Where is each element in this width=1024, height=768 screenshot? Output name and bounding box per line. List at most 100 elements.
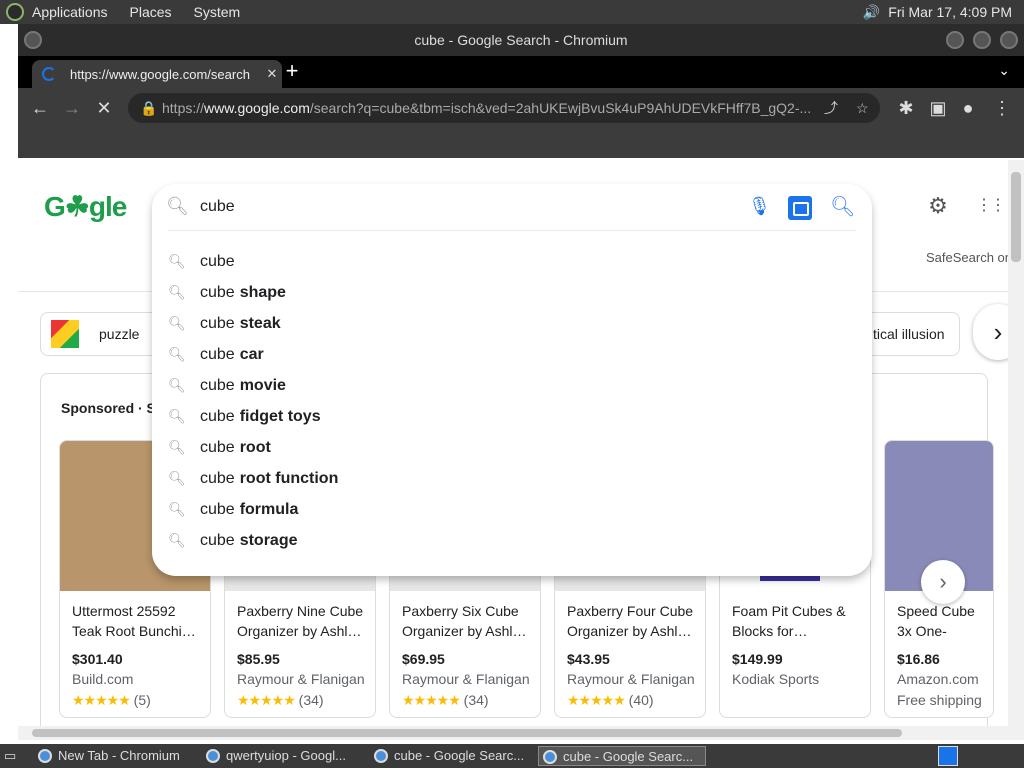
suggestion-item[interactable]: 🔍︎ cube storage [152,525,872,556]
share-icon[interactable]: ⤴ [824,93,838,123]
suggestion-text: cube [200,252,235,270]
product-name[interactable]: Foam Pit Cubes & Blocks for… [732,601,864,641]
suggestion-item[interactable]: 🔍︎ cube root function [152,463,872,494]
product-seller: Raymour & Flanigan [402,671,530,687]
search-icon: 🔍︎ [168,532,186,548]
suggestion-item[interactable]: 🔍︎ cube formula [152,494,872,525]
product-name[interactable]: Paxberry Four Cube Organizer by Ashl… [567,601,699,641]
microphone-icon[interactable]: 🎙 [748,196,771,220]
suggestion-completion: car [239,345,264,363]
product-rating: ★★★★★ (34) [402,692,489,709]
search-icon: 🔍︎ [168,284,186,300]
browser-menu-icon[interactable]: ⋮ [990,96,1014,120]
address-bar[interactable]: 🔒 https://www.google.com/search?q=cube&t… [128,93,880,123]
tab-title: https://www.google.com/search [70,66,250,82]
suggestion-item[interactable]: 🔍︎ cube car [152,339,872,370]
scrollbar-thumb[interactable] [1011,172,1021,262]
suggestion-item[interactable]: 🔍︎ cube root [152,432,872,463]
suggestion-item[interactable]: 🔍︎ cube [152,246,872,277]
product-rating: ★★★★★ (5) [72,692,151,709]
places-menu[interactable]: Places [130,4,172,20]
side-panel-icon[interactable]: ▣ [926,96,950,120]
suggestion-text: cube [200,531,235,549]
url-scheme: https:// [162,100,205,116]
suggestion-text: cube [200,376,235,394]
tab-search-chevron-icon[interactable]: ⌄ [998,62,1010,79]
close-tab-icon[interactable]: ✕ [262,66,282,82]
taskbar-item[interactable]: qwertyuiop - Googl... [202,746,368,766]
tab-google-search[interactable]: https://www.google.com/search ✕ [32,60,282,88]
review-count: (34) [298,692,324,708]
suggestion-item[interactable]: 🔍︎ cube movie [152,370,872,401]
product-name[interactable]: Speed Cube 3x One-Dollar… [897,601,993,641]
suggestion-item[interactable]: 🔍︎ cube steak [152,308,872,339]
suggestion-list: 🔍︎ cube 🔍︎ cube shape 🔍︎ cube steak 🔍︎ cube car… [152,246,872,556]
browser-toolbar: ← → ✕ 🔒 https://www.google.com/search?q=… [18,88,1024,128]
minimize-button[interactable] [946,31,964,49]
url-host: www.google.com [204,100,310,116]
chromium-icon [543,750,557,764]
chromium-icon [38,749,52,763]
loading-spinner-icon [42,67,56,81]
product-name[interactable]: Paxberry Nine Cube Organizer by Ashl… [237,601,369,641]
applications-menu[interactable]: Applications [32,4,108,20]
page-content: G☘gle ⚙ ⋮⋮⋮ SafeSearch on puzzle tical i… [18,128,1024,740]
window-title: cube - Google Search - Chromium [414,32,628,48]
star-rating-icon: ★★★★★ [72,692,131,708]
review-count: (34) [463,692,489,708]
bottom-taskbar: ▭ New Tab - Chromium qwertyuiop - Googl.… [0,744,1024,768]
taskbar-item-label: New Tab - Chromium [58,748,180,763]
forward-arrow-icon[interactable]: → [60,96,84,120]
suggestion-completion: root [239,438,271,456]
chip-puzzle[interactable]: puzzle [40,312,160,356]
product-name[interactable]: Paxberry Six Cube Organizer by Ashl… [402,601,534,641]
scrollbar-thumb[interactable] [32,729,902,737]
show-desktop-icon[interactable]: ▭ [4,746,26,766]
suggestion-item[interactable]: 🔍︎ cube shape [152,277,872,308]
taskbar-item[interactable]: New Tab - Chromium [34,746,202,766]
maximize-button[interactable] [973,31,991,49]
search-submit-icon[interactable]: 🔍︎ [830,194,855,218]
taskbar-item[interactable]: cube - Google Searc... [370,746,536,766]
google-doodle-logo[interactable]: G☘gle [44,190,127,223]
product-shipping: Free shipping [897,692,982,708]
chip-optical-illusion[interactable]: tical illusion [860,312,960,356]
back-arrow-icon[interactable]: ← [28,96,52,120]
taskbar-item-label: qwertyuiop - Googl... [226,748,346,763]
suggestion-completion: formula [239,500,299,518]
workspace-switcher[interactable] [938,746,958,766]
product-rating: ★★★★★ (40) [567,692,654,709]
settings-gear-icon[interactable]: ⚙ [926,194,950,218]
profile-avatar-icon[interactable]: ● [956,96,980,120]
search-box-dropdown: 🔍︎ 🎙 🔍︎ 🔍︎cube 🔍︎cubeshape 🔍︎cubesteak 🔍… [152,184,872,576]
bookmark-star-icon[interactable]: ☆ [856,93,869,123]
clock[interactable]: Fri Mar 17, 4:09 PM [888,4,1012,20]
extensions-puzzle-icon[interactable]: ✱ [894,96,918,120]
url-path: /search?q=cube&tbm=isch&ved=2ahUKEwjBvuS… [309,100,812,116]
window-menu-button[interactable] [24,31,42,49]
stop-loading-icon[interactable]: ✕ [92,96,116,120]
suggestion-item[interactable]: 🔍︎ cube fidget toys [152,401,872,432]
tab-strip: https://www.google.com/search ✕ + ⌄ [18,56,1024,88]
search-icon: 🔍︎ [168,377,186,393]
lock-icon[interactable]: 🔒 [140,93,157,123]
close-window-button[interactable] [1000,31,1018,49]
system-menu[interactable]: System [194,4,241,20]
horizontal-scrollbar[interactable] [18,726,1008,740]
new-tab-button[interactable]: + [280,60,304,84]
gnome-foot-icon[interactable] [6,3,24,21]
search-by-image-icon[interactable] [788,196,812,220]
taskbar-item-active[interactable]: cube - Google Searc... [538,746,706,766]
search-icon: 🔍︎ [168,501,186,517]
safesearch-label[interactable]: SafeSearch on [926,250,1012,265]
google-apps-grid-icon[interactable]: ⋮⋮⋮ [976,194,1020,218]
suggestion-completion: storage [239,531,298,549]
bookmark-bar [18,128,1024,158]
vertical-scrollbar[interactable] [1008,160,1024,740]
volume-icon[interactable]: 🔊 [863,4,880,21]
star-rating-icon: ★★★★★ [237,692,296,708]
search-input[interactable] [200,192,720,222]
product-name[interactable]: Uttermost 25592 Teak Root Bunchi… [72,601,204,641]
product-price: $69.95 [402,651,445,667]
carousel-next-chevron-icon[interactable]: › [921,560,965,604]
